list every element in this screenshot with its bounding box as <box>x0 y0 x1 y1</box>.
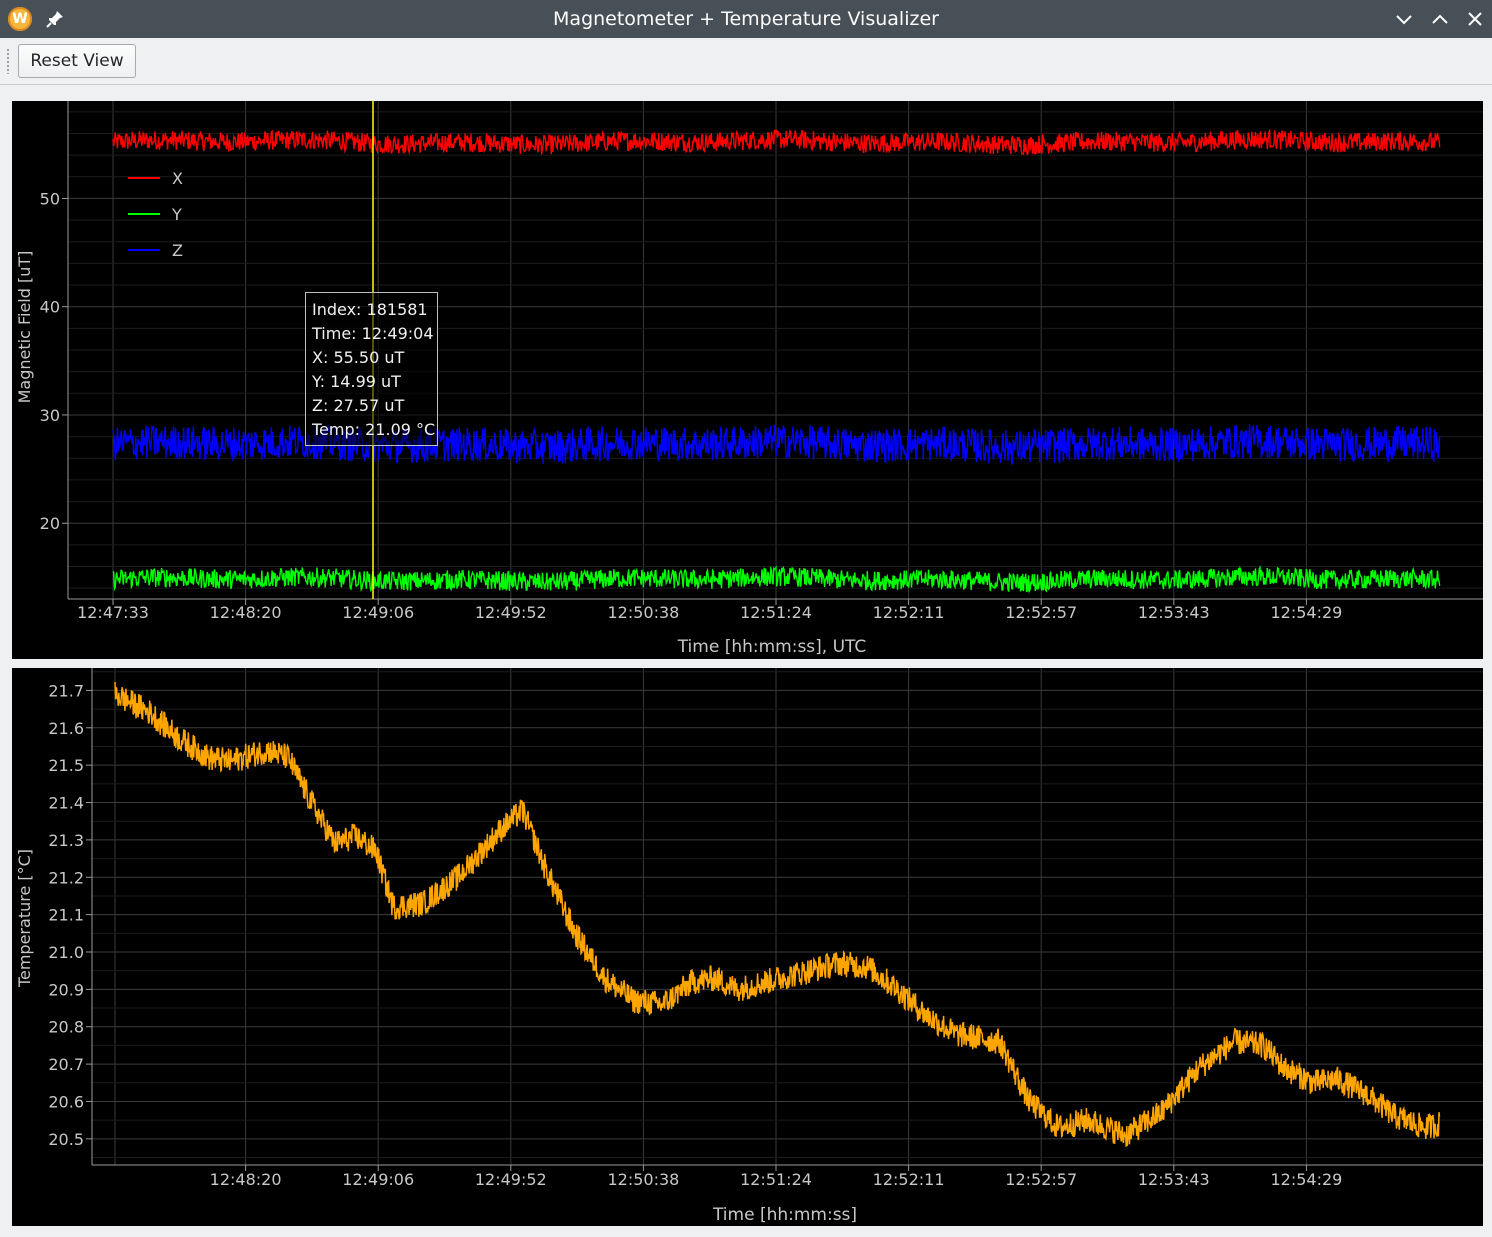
y-tick-label: 30 <box>40 406 60 425</box>
x-tick-label: 12:54:29 <box>1270 603 1342 622</box>
y-tick-label: 40 <box>40 298 60 317</box>
y-tick-label: 20.7 <box>48 1055 84 1074</box>
toolbar: Reset View <box>0 38 1492 85</box>
maximize-icon[interactable] <box>1429 8 1451 30</box>
x-tick-label: 12:49:52 <box>475 603 547 622</box>
magnetometer-chart: 12:47:33 12:48:20 12:49:06 12:49:52 12:50:38… <box>15 101 1483 657</box>
window-title: Magnetometer + Temperature Visualizer <box>553 8 939 30</box>
x-tick-label: 12:50:38 <box>607 603 679 622</box>
y-tick-label: 20 <box>40 514 60 533</box>
y-tick-label: 20.8 <box>48 1018 84 1037</box>
x-tick-label: 12:52:57 <box>1005 1170 1077 1189</box>
x-tick-label: 12:53:43 <box>1138 603 1210 622</box>
y-tick-label: 50 <box>40 189 60 208</box>
y-tick-label: 21.6 <box>48 719 84 738</box>
x-tick-label: 12:50:38 <box>607 1170 679 1189</box>
tooltip-z: Z: 27.57 uT <box>312 396 405 415</box>
legend-label-y: Y <box>171 205 182 224</box>
x-axis-label: Time [hh:mm:ss], UTC <box>677 637 867 657</box>
x-tick-label: 12:49:06 <box>342 1170 414 1189</box>
tooltip-y: Y: 14.99 uT <box>312 372 401 391</box>
close-icon[interactable] <box>1464 8 1486 30</box>
temperature-plot[interactable]: 12:48:20 12:49:06 12:49:52 12:50:38 12:51:24… <box>12 668 1483 1226</box>
minimize-icon[interactable] <box>1393 8 1415 30</box>
tooltip-index: Index: 181581 <box>312 300 428 319</box>
y-tick-label: 21.0 <box>48 943 84 962</box>
x-tick-label: 12:54:29 <box>1270 1170 1342 1189</box>
toolbar-grip-handle[interactable] <box>6 48 10 74</box>
y-axis-label: Magnetic Field [uT] <box>15 251 34 404</box>
y-tick-label: 20.5 <box>48 1130 84 1149</box>
x-tick-label: 12:47:33 <box>77 603 149 622</box>
y-tick-label: 21.4 <box>48 794 84 813</box>
magnetometer-plot[interactable]: 12:47:33 12:48:20 12:49:06 12:49:52 12:50:38… <box>12 101 1483 659</box>
tooltip-time: Time: 12:49:04 <box>312 324 434 343</box>
y-tick-label: 21.7 <box>48 681 84 700</box>
x-tick-label: 12:52:11 <box>873 603 945 622</box>
y-axis-label: Temperature [°C] <box>15 849 34 988</box>
temperature-chart: 12:48:20 12:49:06 12:49:52 12:50:38 12:51:24… <box>15 668 1483 1225</box>
y-tick-label: 21.3 <box>48 831 84 850</box>
y-tick-label: 20.6 <box>48 1092 84 1111</box>
hover-tooltip: Index: 181581 Time: 12:49:04 X: 55.50 uT… <box>305 292 438 446</box>
y-tick-label: 21.5 <box>48 756 84 775</box>
y-tick-label: 21.2 <box>48 868 84 887</box>
x-tick-label: 12:51:24 <box>740 603 812 622</box>
legend: XYZ <box>128 169 183 260</box>
tooltip-x: X: 55.50 uT <box>312 348 405 367</box>
title-bar: W Magnetometer + Temperature Visualizer <box>0 0 1492 38</box>
x-tick-label: 12:49:52 <box>475 1170 547 1189</box>
x-tick-label: 12:53:43 <box>1138 1170 1210 1189</box>
legend-label-z: Z <box>172 241 183 260</box>
x-tick-label: 12:48:20 <box>210 1170 282 1189</box>
tooltip-temp: Temp: 21.09 °C <box>312 420 436 439</box>
y-tick-label: 21.1 <box>48 906 84 925</box>
legend-label-x: X <box>172 169 183 188</box>
y-tick-label: 20.9 <box>48 980 84 999</box>
x-tick-label: 12:51:24 <box>740 1170 812 1189</box>
x-tick-label: 12:52:57 <box>1005 603 1077 622</box>
x-tick-label: 12:49:06 <box>342 603 414 622</box>
x-axis-label: Time [hh:mm:ss] <box>712 1205 857 1225</box>
reset-view-button[interactable]: Reset View <box>18 44 136 78</box>
x-tick-label: 12:48:20 <box>210 603 282 622</box>
x-tick-label: 12:52:11 <box>873 1170 945 1189</box>
